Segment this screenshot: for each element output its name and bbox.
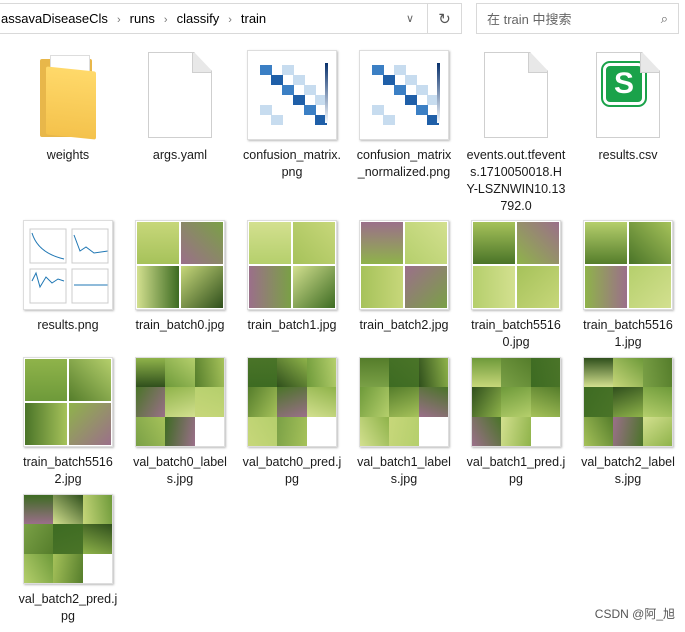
image-thumbnail (22, 357, 114, 447)
file-name: val_batch0_labels.jpg (133, 455, 227, 486)
file-name: results.png (37, 318, 99, 332)
file-name: args.yaml (152, 148, 208, 162)
breadcrumb-item[interactable]: classify (177, 11, 220, 26)
file-name: train_batch1.jpg (247, 318, 337, 332)
file-item[interactable]: weights (12, 50, 124, 220)
address-bar[interactable]: assavaDiseaseCls › runs › classify › train ∨ ↻ (0, 3, 462, 34)
image-thumbnail (358, 357, 450, 447)
chevron-down-icon[interactable]: ∨ (393, 12, 427, 25)
file-name: events.out.tfevents.1710050018.HY-LSZNWI… (466, 148, 566, 213)
image-thumbnail (134, 220, 226, 310)
file-item[interactable]: confusion_matrix_normalized.png (348, 50, 460, 220)
file-item[interactable]: train_batch0.jpg (124, 220, 236, 357)
file-grid: weights args.yaml confusion_matrix.png conf… (12, 50, 684, 631)
spreadsheet-icon: S (582, 50, 674, 140)
image-thumbnail (22, 494, 114, 584)
file-icon (470, 50, 562, 140)
file-name: val_batch1_pred.jpg (466, 455, 566, 486)
file-item[interactable]: val_batch1_pred.jpg (460, 357, 572, 494)
chevron-right-icon: › (163, 14, 168, 26)
image-thumbnail (22, 220, 114, 310)
image-thumbnail (582, 220, 674, 310)
file-item[interactable]: train_batch55160.jpg (460, 220, 572, 357)
file-item[interactable]: train_batch1.jpg (236, 220, 348, 357)
file-name: weights (46, 148, 90, 162)
image-thumbnail (134, 357, 226, 447)
search-placeholder: 在 train 中搜索 (487, 12, 572, 27)
image-thumbnail (246, 50, 338, 140)
search-icon[interactable]: ⌕ (661, 11, 668, 27)
file-name: val_batch0_pred.jpg (242, 455, 342, 486)
file-item[interactable]: args.yaml (124, 50, 236, 220)
file-item[interactable]: train_batch55162.jpg (12, 357, 124, 494)
image-thumbnail (246, 220, 338, 310)
search-input[interactable]: 在 train 中搜索 ⌕ (476, 3, 679, 34)
file-item[interactable]: confusion_matrix.png (236, 50, 348, 220)
breadcrumb-item[interactable]: train (241, 11, 266, 26)
chevron-right-icon: › (116, 14, 121, 26)
file-name: confusion_matrix_normalized.png (356, 148, 452, 179)
image-thumbnail (470, 357, 562, 447)
watermark: CSDN @阿_旭 (594, 607, 675, 621)
file-item[interactable]: events.out.tfevents.1710050018.HY-LSZNWI… (460, 50, 572, 220)
file-item[interactable]: val_batch1_labels.jpg (348, 357, 460, 494)
image-thumbnail (358, 50, 450, 140)
image-thumbnail (470, 220, 562, 310)
file-name: train_batch55161.jpg (583, 318, 673, 349)
file-icon (134, 50, 226, 140)
breadcrumb: assavaDiseaseCls › runs › classify › train (0, 11, 393, 26)
file-item[interactable]: val_batch2_labels.jpg (572, 357, 684, 494)
breadcrumb-item[interactable]: runs (130, 11, 155, 26)
file-item[interactable]: val_batch2_pred.jpg (12, 494, 124, 631)
file-item[interactable]: Sresults.csv (572, 50, 684, 220)
chevron-right-icon: › (228, 14, 232, 26)
folder-icon (22, 50, 114, 140)
image-thumbnail (358, 220, 450, 310)
file-name: val_batch2_pred.jpg (18, 592, 118, 623)
file-item[interactable]: results.png (12, 220, 124, 357)
image-thumbnail (246, 357, 338, 447)
file-name: confusion_matrix.png (243, 148, 341, 179)
csv-app-logo: S (601, 61, 647, 107)
breadcrumb-item[interactable]: assavaDiseaseCls (1, 11, 108, 26)
file-item[interactable]: val_batch0_pred.jpg (236, 357, 348, 494)
file-name: val_batch1_labels.jpg (357, 455, 451, 486)
file-item[interactable]: val_batch0_labels.jpg (124, 357, 236, 494)
file-name: train_batch2.jpg (359, 318, 449, 332)
refresh-icon[interactable]: ↻ (427, 4, 461, 33)
file-item[interactable]: train_batch55161.jpg (572, 220, 684, 357)
file-name: train_batch55160.jpg (471, 318, 561, 349)
file-item[interactable]: train_batch2.jpg (348, 220, 460, 357)
file-name: results.csv (598, 148, 658, 162)
file-name: val_batch2_labels.jpg (581, 455, 675, 486)
file-name: train_batch55162.jpg (23, 455, 113, 486)
image-thumbnail (582, 357, 674, 447)
file-name: train_batch0.jpg (135, 318, 225, 332)
